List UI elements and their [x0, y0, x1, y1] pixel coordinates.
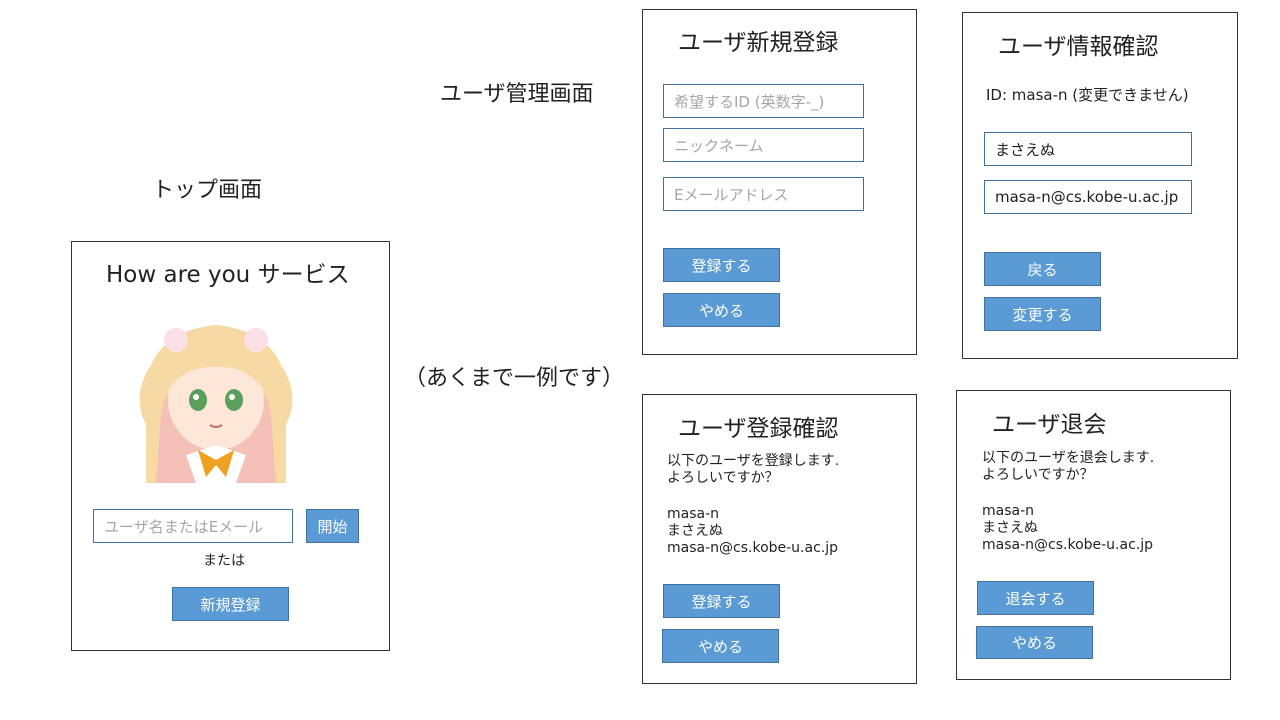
withdraw-submit-button[interactable]: 退会する	[977, 581, 1094, 615]
user-id-line: ID: masa-n (変更できません)	[986, 86, 1189, 104]
withdraw-email: masa-n@cs.kobe-u.ac.jp	[982, 537, 1154, 553]
start-button[interactable]: 開始	[306, 509, 359, 543]
confirm-email: masa-n@cs.kobe-u.ac.jp	[667, 540, 839, 556]
info-nickname-input[interactable]: まさえぬ	[984, 132, 1192, 166]
user-admin-screen-caption: ユーザ管理画面	[440, 82, 594, 107]
back-button[interactable]: 戻る	[984, 252, 1101, 286]
email-input[interactable]: Eメールアドレス	[663, 177, 864, 211]
register-title: ユーザ新規登録	[678, 30, 839, 56]
withdraw-cancel-button[interactable]: やめる	[976, 626, 1093, 659]
register-button[interactable]: 新規登録	[172, 587, 289, 621]
desired-id-input[interactable]: 希望するID (英数字-_)	[663, 84, 864, 118]
top-screen-caption: トップ画面	[152, 178, 263, 203]
withdraw-title: ユーザ退会	[992, 412, 1107, 438]
confirm-message-line1: 以下のユーザを登録します.	[667, 453, 840, 469]
user-info-title: ユーザ情報確認	[998, 34, 1159, 60]
withdraw-message-line1: 以下のユーザを退会します.	[982, 450, 1155, 466]
withdraw-message-line2: よろしいですか？	[982, 467, 1094, 483]
or-text: または	[203, 553, 245, 569]
confirm-submit-button[interactable]: 登録する	[663, 584, 780, 618]
confirm-message-line2: よろしいですか？	[667, 470, 779, 486]
service-title: How are you サービス	[106, 262, 350, 288]
withdraw-nickname: まさえぬ	[982, 520, 1038, 536]
withdraw-user-id: masa-n	[982, 503, 1035, 519]
register-submit-button[interactable]: 登録する	[663, 248, 780, 282]
register-confirm-title: ユーザ登録確認	[678, 416, 839, 442]
example-note: （あくまで一例です）	[404, 366, 625, 391]
nickname-input[interactable]: ニックネーム	[663, 128, 864, 162]
character-avatar-image	[139, 325, 293, 483]
change-button[interactable]: 変更する	[984, 297, 1101, 331]
confirm-nickname: まさえぬ	[667, 523, 723, 539]
confirm-cancel-button[interactable]: やめる	[662, 629, 779, 663]
register-cancel-button[interactable]: やめる	[663, 293, 780, 327]
info-email-input[interactable]: masa-n@cs.kobe-u.ac.jp	[984, 180, 1192, 214]
login-username-input[interactable]: ユーザ名またはEメール	[93, 509, 293, 543]
confirm-user-id: masa-n	[667, 506, 720, 522]
